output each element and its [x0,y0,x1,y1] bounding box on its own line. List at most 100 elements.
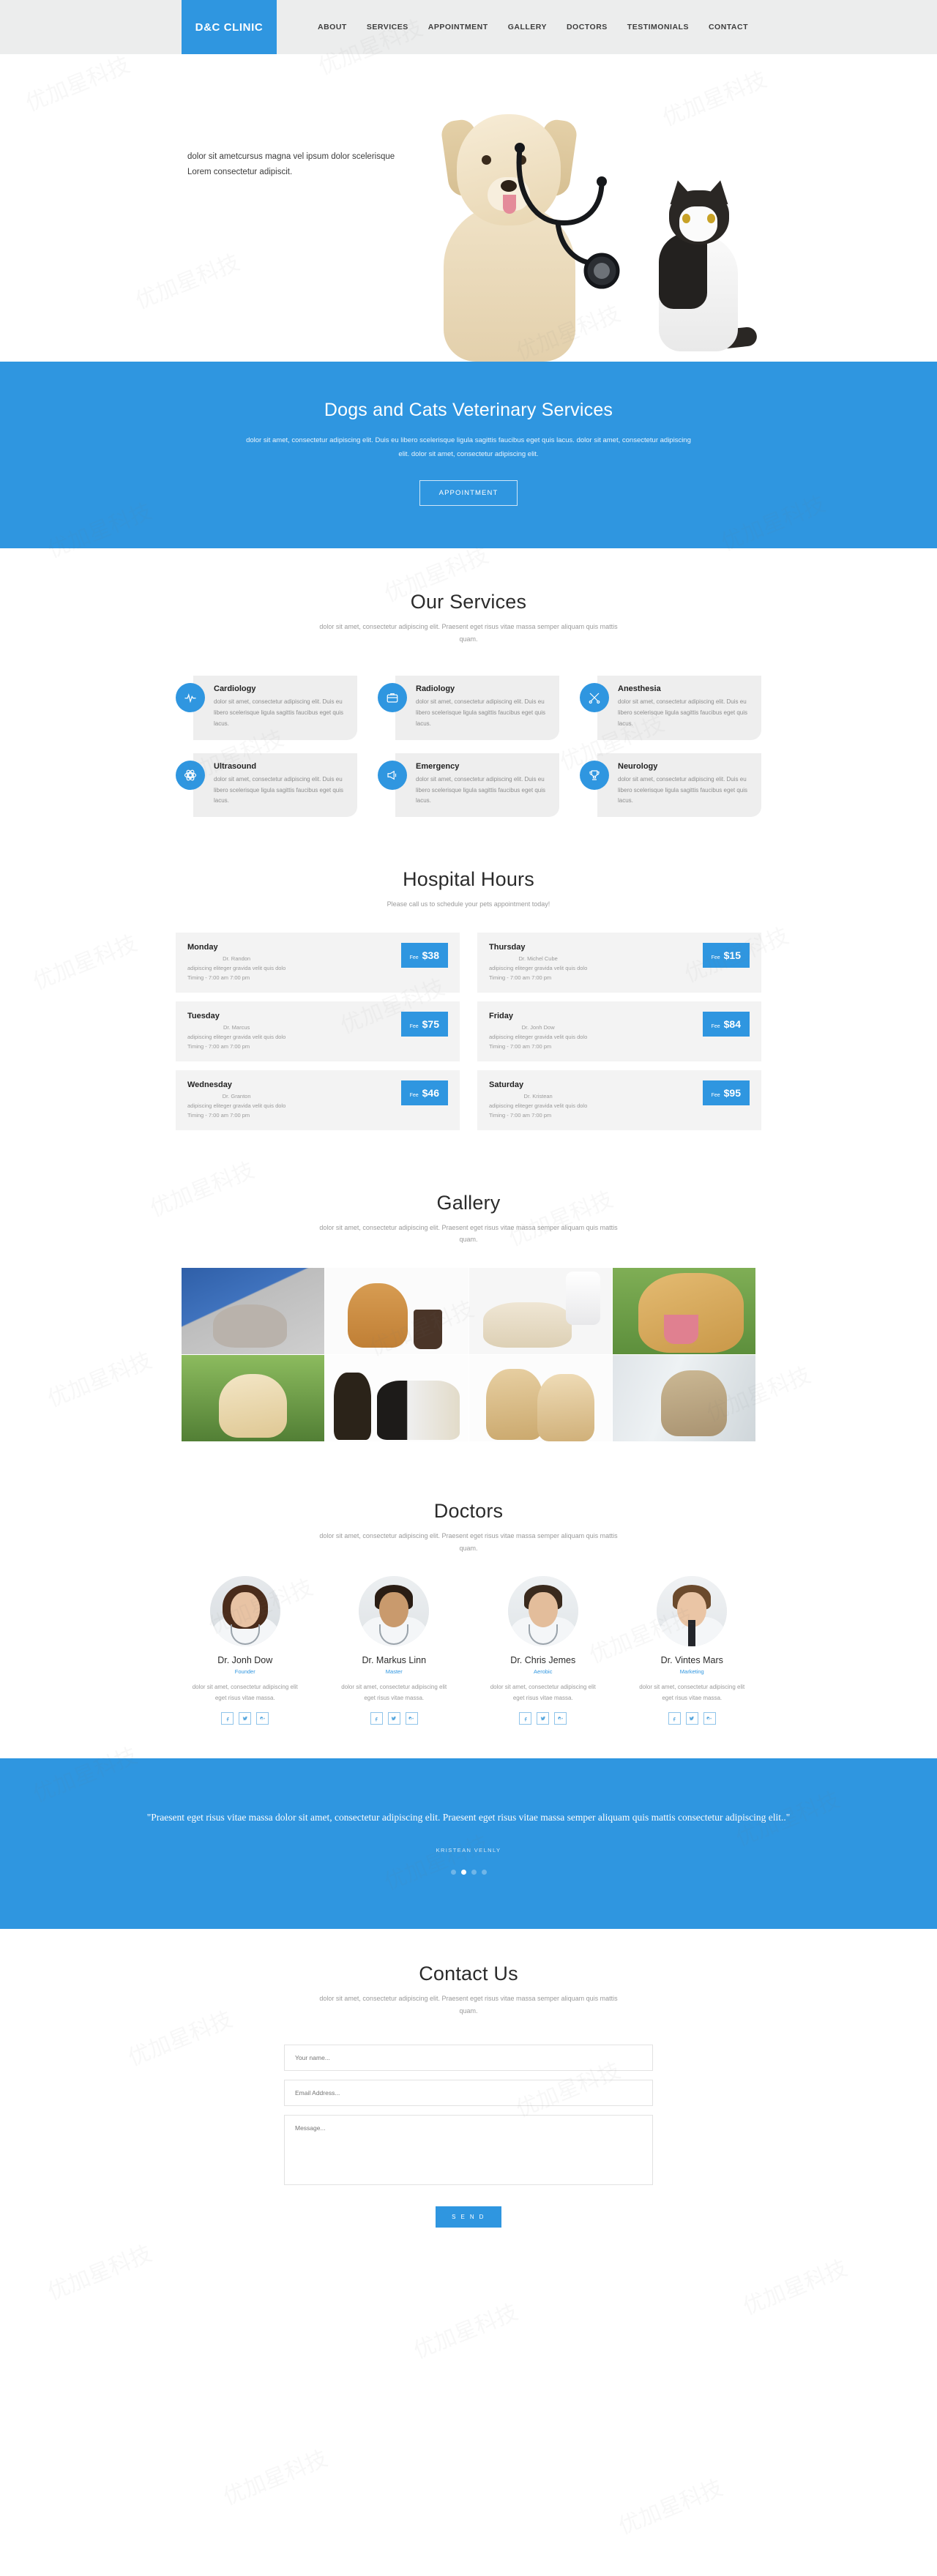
hour-timing: Timing - 7:00 am 7:00 pm [187,1042,250,1050]
doctor-card-markus-linn: Dr. Markus Linn Master dolor sit amet, c… [325,1576,464,1725]
service-card-emergency[interactable]: Emergency dolor sit amet, consectetur ad… [378,753,559,818]
services-grid: Cardiology dolor sit amet, consectetur a… [176,676,761,818]
hour-timing: Timing - 7:00 am 7:00 pm [489,1042,552,1050]
trophy-icon[interactable] [580,760,609,790]
service-title: Ultrasound [214,761,257,771]
nav-item-testimonials[interactable]: TESTIMONIALS [627,23,689,31]
hour-desc: adipiscing eliteger gravida velit quis d… [489,1033,588,1040]
gallery-heading: Gallery dolor sit amet, consectetur adip… [0,1192,937,1246]
nav-item-appointment[interactable]: APPOINTMENT [428,23,488,31]
carousel-dot-1[interactable] [450,1870,456,1875]
gallery-item-vet-examining-kitten[interactable] [182,1268,325,1355]
atom-icon[interactable] [176,760,205,790]
hour-card-saturday[interactable]: Saturday Dr. Kristean adipiscing elitege… [477,1069,761,1130]
send-button[interactable]: S E N D [436,2206,501,2228]
gallery-item-two-beagles[interactable] [468,1355,612,1442]
hour-timing: Timing - 7:00 am 7:00 pm [187,974,250,981]
doctor-social-links [176,1712,315,1725]
gallery-item-dachshund-with-toothbrush[interactable] [325,1268,468,1355]
service-card-ultrasound[interactable]: Ultrasound dolor sit amet, consectetur a… [176,753,357,818]
nav-item-about[interactable]: ABOUT [318,23,347,31]
logo[interactable]: D&C CLINIC [182,0,277,54]
doctor-name: Dr. Vintes Mars [660,1655,723,1666]
site-header: D&C CLINIC ABOUT SERVICES APPOINTMENT GA… [0,0,937,54]
facebook-icon[interactable] [668,1712,681,1725]
hour-desc: adipiscing eliteger gravida velit quis d… [489,1102,588,1109]
google-plus-icon[interactable] [256,1712,269,1725]
carousel-dot-2[interactable] [460,1870,466,1875]
services-heading: Our Services dolor sit amet, consectetur… [0,591,937,645]
gallery-grid [182,1268,755,1442]
message-input[interactable] [284,2115,653,2186]
twitter-icon[interactable] [239,1712,252,1725]
contact-subtitle: dolor sit amet, consectetur adipiscing e… [319,1995,618,2015]
testimonial-pagination [0,1870,937,1875]
fee-badge[interactable]: Fee $95 [702,1080,750,1105]
gallery-item-puppy-running-on-grass[interactable] [182,1355,325,1442]
service-card-anesthesia[interactable]: Anesthesia dolor sit amet, consectetur a… [580,676,761,740]
gallery-subtitle: dolor sit amet, consectetur adipiscing e… [319,1223,618,1244]
fee-amount: $38 [422,949,439,961]
service-card-neurology[interactable]: Neurology dolor sit amet, consectetur ad… [580,753,761,818]
megaphone-icon[interactable] [378,760,407,790]
doctor-card-chris-jemes: Dr. Chris Jemes Aerobic dolor sit amet, … [474,1576,613,1725]
nav-item-services[interactable]: SERVICES [367,23,408,31]
email-input[interactable] [284,2080,653,2107]
appointment-button[interactable]: APPOINTMENT [419,480,518,507]
hour-card-friday[interactable]: Friday Dr. Jonh Dow adipiscing eliteger … [477,1001,761,1061]
carousel-dot-4[interactable] [481,1870,487,1875]
fee-badge[interactable]: Fee $15 [702,942,750,968]
fee-amount: $46 [422,1086,439,1099]
watermark-text: 优加星科技 [220,2445,332,2511]
watermark-text: 优加星科技 [410,2299,522,2364]
hour-day: Thursday [489,942,526,952]
fee-badge[interactable]: Fee $75 [400,1011,448,1037]
hour-doctor: Dr. Jonh Dow [521,1023,555,1031]
nav-item-contact[interactable]: CONTACT [709,23,748,31]
name-input[interactable] [284,2045,653,2072]
doctor-role: Aerobic [534,1668,553,1676]
gallery-item-golden-retriever-outdoors[interactable] [612,1268,755,1355]
hour-card-monday[interactable]: Monday Dr. Randon adipiscing eliteger gr… [176,932,460,993]
doctor-bio: dolor sit amet, consectetur adipiscing e… [341,1684,447,1701]
gallery-item-vet-checking-puppy[interactable] [468,1268,612,1355]
fee-label: Fee [409,1092,419,1098]
hour-card-tuesday[interactable]: Tuesday Dr. Marcus adipiscing eliteger g… [176,1001,460,1061]
banner-title: Dogs and Cats Veterinary Services [324,400,613,420]
doctors-section: Doctors dolor sit amet, consectetur adip… [0,1471,937,1759]
service-text: dolor sit amet, consectetur adipiscing e… [618,775,747,804]
contact-section: Contact Us dolor sit amet, consectetur a… [0,1929,937,2272]
fee-label: Fee [409,955,419,960]
facebook-icon[interactable] [370,1712,383,1725]
google-plus-icon[interactable] [554,1712,567,1725]
service-card-cardiology[interactable]: Cardiology dolor sit amet, consectetur a… [176,676,357,740]
hour-card-thursday[interactable]: Thursday Dr. Michel Cube adipiscing elit… [477,932,761,993]
hour-card-wednesday[interactable]: Wednesday Dr. Granton adipiscing elitege… [176,1069,460,1130]
google-plus-icon[interactable] [703,1712,716,1725]
twitter-icon[interactable] [387,1712,400,1725]
hospital-hours-section: Hospital Hours Please call us to schedul… [0,839,937,1167]
facebook-icon[interactable] [519,1712,532,1725]
nav-item-doctors[interactable]: DOCTORS [567,23,608,31]
carousel-dot-3[interactable] [471,1870,477,1875]
gallery-item-vet-holding-kitten[interactable] [612,1355,755,1442]
twitter-icon[interactable] [537,1712,550,1725]
services-title: Our Services [410,591,527,613]
service-text: dolor sit amet, consectetur adipiscing e… [214,775,343,804]
fee-badge[interactable]: Fee $46 [400,1080,448,1105]
gallery-item-group-of-dogs[interactable] [325,1355,468,1442]
services-section: Our Services dolor sit amet, consectetur… [0,548,937,840]
google-plus-icon[interactable] [405,1712,418,1725]
hours-title: Hospital Hours [403,868,534,891]
nav-item-gallery[interactable]: GALLERY [508,23,547,31]
avatar [359,1576,430,1647]
service-text: dolor sit amet, consectetur adipiscing e… [214,698,343,727]
doctor-bio: dolor sit amet, consectetur adipiscing e… [639,1684,745,1701]
service-card-radiology[interactable]: Radiology dolor sit amet, consectetur ad… [378,676,559,740]
fee-badge[interactable]: Fee $38 [400,942,448,968]
facebook-icon[interactable] [221,1712,234,1725]
fee-badge[interactable]: Fee $84 [702,1011,750,1037]
hour-day: Saturday [489,1080,524,1089]
banner-text: dolor sit amet, consectetur adipiscing e… [246,436,691,458]
twitter-icon[interactable] [685,1712,698,1725]
